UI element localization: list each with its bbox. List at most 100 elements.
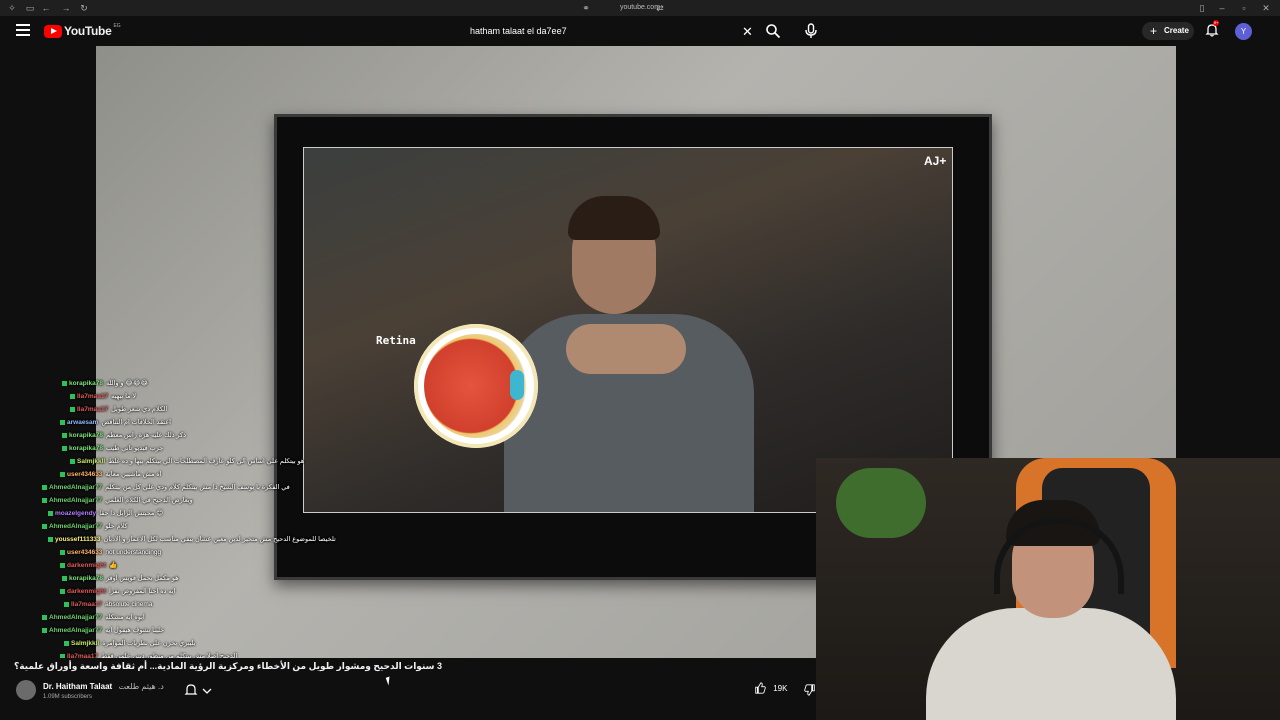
chat-text: في الفكرة يا يوسف الشيخ دا مش بيتكلم كلا… <box>105 484 290 491</box>
chat-username[interactable]: darkenmight <box>67 562 106 569</box>
chat-text: بليبري بحرن علي نظريات المؤامرة <box>102 640 196 647</box>
stream-chat-overlay: korapika78 و والله 😂😂😂 Ila7maa17 لا ما بيهي… <box>0 378 420 684</box>
chat-badge-icon <box>70 458 75 464</box>
chat-username[interactable]: korapika78 <box>69 445 103 452</box>
chat-badge-icon <box>42 614 47 620</box>
microphone-icon[interactable] <box>804 23 818 39</box>
window-panel-icon[interactable]: ▯ <box>1196 2 1208 14</box>
channel-name[interactable]: Dr. Haitham Talaat د. هيثم طلعت <box>43 682 164 691</box>
chat-message: Salmjkkll هو بيتكلم علي اساس الي كلو عارف… <box>70 456 304 468</box>
chat-badge-icon <box>42 523 47 529</box>
chat-username[interactable]: Ila7maa17 <box>77 406 108 413</box>
chat-username[interactable]: Salmjkkll <box>71 640 99 647</box>
chat-message: user434633 not understandingg <box>60 547 161 559</box>
chat-message: arwaesam اعتقد الخلافات ام التناقض <box>60 417 171 429</box>
chat-text: هو مكمل بحمل فويس اوفر <box>105 575 179 582</box>
chat-badge-icon <box>60 549 65 555</box>
chat-badge-icon <box>62 380 67 386</box>
back-icon[interactable]: ← <box>40 2 52 14</box>
chat-badge-icon <box>62 575 67 581</box>
menu-icon[interactable] <box>16 24 30 36</box>
clear-search-icon[interactable]: ✕ <box>742 24 753 40</box>
reload-icon[interactable]: ↻ <box>78 2 90 14</box>
subscriber-count: 1.09M subscribers <box>43 694 93 700</box>
browser-menu-icon[interactable]: ✧ <box>6 2 18 14</box>
chat-message: korapika78 و والله 😂😂😂 <box>62 378 148 390</box>
subscribed-button[interactable] <box>184 682 218 698</box>
chat-badge-icon <box>60 588 65 594</box>
forward-icon[interactable]: → <box>60 2 72 14</box>
create-button[interactable]: + Create <box>1142 22 1194 40</box>
chat-badge-icon <box>60 562 65 568</box>
chat-badge-icon <box>48 510 53 516</box>
chat-message: darkenmight 👍 <box>60 560 117 572</box>
account-avatar[interactable]: Y <box>1235 23 1252 40</box>
chat-badge-icon <box>42 497 47 503</box>
chat-text: لا ما بيهيه <box>111 393 137 400</box>
eye-lens <box>510 370 524 400</box>
chat-username[interactable]: korapika78 <box>69 380 103 387</box>
video-info: 3 سنوات الدحيح ومشوار طويل من الأخطاء وم… <box>0 658 816 720</box>
chat-message: AhmedAlnajjar77 في الفكرة يا يوسف الشيخ د… <box>42 482 290 494</box>
chat-username[interactable]: AhmedAlnajjar77 <box>49 614 102 621</box>
notification-badge: 9+ <box>1213 20 1219 26</box>
chat-badge-icon <box>62 432 67 438</box>
chat-username[interactable]: korapika78 <box>69 575 103 582</box>
chat-username[interactable]: user434633 <box>67 471 102 478</box>
chat-username[interactable]: AhmedAlnajjar77 <box>49 627 102 634</box>
channel-avatar[interactable] <box>16 680 36 700</box>
chat-badge-icon <box>60 471 65 477</box>
chat-username[interactable]: Ila7maa17 <box>77 393 108 400</box>
streamer-hoodie <box>926 608 1176 720</box>
close-window-icon[interactable]: ✕ <box>1260 2 1272 14</box>
country-code: EG <box>113 23 121 29</box>
chat-username[interactable]: Ila7maa17 <box>71 601 102 608</box>
chat-text: مخبتش الرابل دا حقا 😊 <box>99 510 163 517</box>
chat-username[interactable]: darkenmight <box>67 588 106 595</box>
chat-badge-icon <box>42 484 47 490</box>
chat-text: ايه ده احنا المفروض نقرا <box>109 588 176 595</box>
chat-username[interactable]: youssef111333 <box>55 536 101 543</box>
chat-text: absolute cinema <box>105 601 153 608</box>
chat-text: اعتقد الخلافات ام التناقض <box>101 419 171 426</box>
search-icon[interactable] <box>765 23 781 39</box>
chat-text: و والله 😂😂😂 <box>105 380 149 387</box>
streamer-facecam <box>816 458 1280 720</box>
browser-toolbar: ✧ ▭ ← → ↻ ⚭ youtube.com ⇄ ▯ – ▫ ✕ <box>0 0 1280 16</box>
chat-username[interactable]: AhmedAlnajjar77 <box>49 523 102 530</box>
chat-username[interactable]: Salmjkkll <box>77 458 105 465</box>
minimize-icon[interactable]: – <box>1216 2 1228 14</box>
chat-username[interactable]: AhmedAlnajjar77 <box>49 497 102 504</box>
chat-text: الكلام دي شغر طويل <box>111 406 168 413</box>
chat-username[interactable]: AhmedAlnajjar77 <box>49 484 102 491</box>
video-title: 3 سنوات الدحيح ومشوار طويل من الأخطاء وم… <box>14 661 442 671</box>
chat-username[interactable]: user434633 <box>67 549 102 556</box>
chat-message: Salmjkkll بليبري بحرن علي نظريات المؤامرة <box>64 638 196 650</box>
thumbs-up-icon <box>755 682 766 694</box>
like-button[interactable]: 19K <box>754 682 794 698</box>
chat-message: korapika78 هو مكمل بحمل فويس اوفر <box>62 573 179 585</box>
chat-badge-icon <box>60 419 65 425</box>
chat-message: darkenmight ايه ده احنا المفروض نقرا <box>60 586 175 598</box>
thumbs-down-icon[interactable] <box>804 682 816 698</box>
notifications-button[interactable]: 9+ <box>1205 20 1219 37</box>
plant <box>836 468 926 538</box>
sidebar-toggle-icon[interactable]: ▭ <box>24 2 36 14</box>
presenter-hair <box>568 196 660 240</box>
chat-username[interactable]: korapika78 <box>69 432 103 439</box>
maximize-icon[interactable]: ▫ <box>1238 2 1250 14</box>
chat-message: AhmedAlnajjar77 خلينا نشوف هيقول ايه <box>42 625 164 637</box>
eye-diagram <box>414 324 538 448</box>
chat-message: AhmedAlnajjar77 كلام حلو <box>42 521 127 533</box>
youtube-logo[interactable]: YouTube EG <box>44 23 121 38</box>
chat-message: youssef111333 تلخيصا للموضوع الدحيح مش مت… <box>48 534 336 546</box>
address-bar[interactable]: youtube.com <box>560 2 720 14</box>
chat-username[interactable]: arwaesam <box>67 419 98 426</box>
channel-name-ar: د. هيثم طلعت <box>118 682 164 691</box>
search-input[interactable]: hatham talaat el da7ee7 <box>470 26 567 36</box>
chat-message: Ila7maa17 absolute cinema <box>64 599 152 611</box>
retina-label: Retina <box>376 334 416 347</box>
sliders-icon[interactable]: ⇄ <box>654 2 666 14</box>
search-box[interactable]: hatham talaat el da7ee7 ✕ <box>460 22 760 42</box>
chat-username[interactable]: moazelgendy <box>55 510 96 517</box>
